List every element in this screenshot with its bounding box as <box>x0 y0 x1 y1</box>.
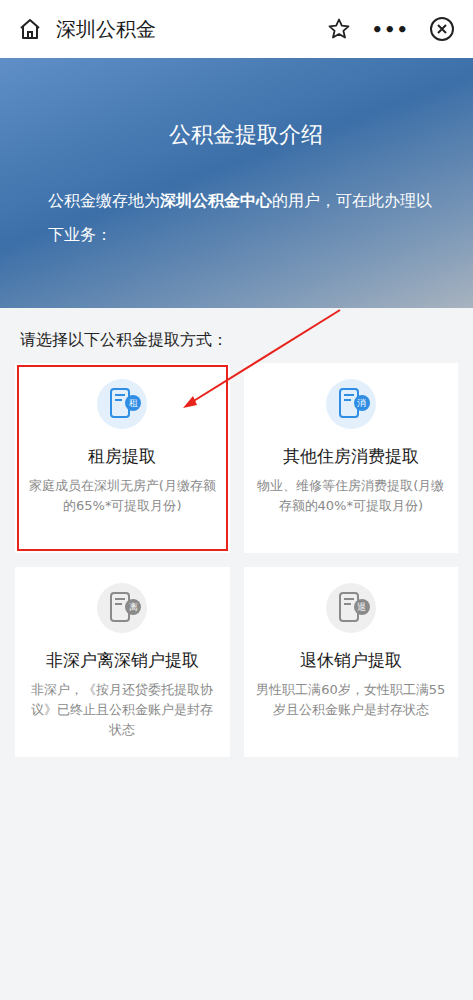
option-title: 租房提取 <box>88 445 156 468</box>
option-description: 物业、维修等住房消费提取(月缴存额的40%*可提取月份) <box>256 476 447 516</box>
top-actions: ••• <box>327 16 455 42</box>
icon-badge: 消 <box>354 395 370 411</box>
option-card[interactable]: 退 退休销户提取 男性职工满60岁，女性职工满55岁且公积金账户是封存状态 <box>244 567 459 757</box>
phone-doc-icon: 离 <box>97 583 147 633</box>
option-grid: 租 租房提取 家庭成员在深圳无房产(月缴存额的65%*可提取月份) 消 其他住房… <box>0 363 473 757</box>
option-title: 退休销户提取 <box>300 649 402 672</box>
icon-badge: 租 <box>125 395 141 411</box>
section-label: 请选择以下公积金提取方式： <box>0 308 473 363</box>
banner-intro: 公积金缴存地为深圳公积金中心的用户，可在此办理以下业务： <box>48 184 443 252</box>
option-description: 非深户，《按月还贷委托提取协议》已终止且公积金账户是封存状态 <box>27 680 218 740</box>
top-bar: 深圳公积金 ••• <box>0 0 473 58</box>
close-icon[interactable] <box>429 16 455 42</box>
star-icon[interactable] <box>327 17 351 41</box>
home-icon[interactable] <box>18 17 42 41</box>
center-name: 深圳公积金中心 <box>160 191 272 210</box>
option-title: 其他住房消费提取 <box>283 445 419 468</box>
option-card[interactable]: 离 非深户离深销户提取 非深户，《按月还贷委托提取协议》已终止且公积金账户是封存… <box>15 567 230 757</box>
icon-badge: 离 <box>125 599 141 615</box>
phone-doc-icon: 消 <box>326 379 376 429</box>
option-description: 男性职工满60岁，女性职工满55岁且公积金账户是封存状态 <box>256 680 447 720</box>
page-title: 深圳公积金 <box>56 16 313 43</box>
banner-title: 公积金提取介绍 <box>48 120 443 150</box>
page: 深圳公积金 ••• 公积金提取介绍 公积金缴存地为深圳公积金中心的用户，可在此办… <box>0 0 473 1000</box>
banner: 公积金提取介绍 公积金缴存地为深圳公积金中心的用户，可在此办理以下业务： <box>0 58 473 308</box>
icon-badge: 退 <box>354 599 370 615</box>
more-button[interactable]: ••• <box>371 19 409 40</box>
phone-doc-icon: 退 <box>326 583 376 633</box>
option-title: 非深户离深销户提取 <box>46 649 199 672</box>
option-card[interactable]: 租 租房提取 家庭成员在深圳无房产(月缴存额的65%*可提取月份) <box>15 363 230 553</box>
intro-text: 公积金缴存地为 <box>48 191 160 210</box>
option-card[interactable]: 消 其他住房消费提取 物业、维修等住房消费提取(月缴存额的40%*可提取月份) <box>244 363 459 553</box>
phone-doc-icon: 租 <box>97 379 147 429</box>
option-description: 家庭成员在深圳无房产(月缴存额的65%*可提取月份) <box>27 476 218 516</box>
annotation-arrow-icon <box>0 0 473 1000</box>
